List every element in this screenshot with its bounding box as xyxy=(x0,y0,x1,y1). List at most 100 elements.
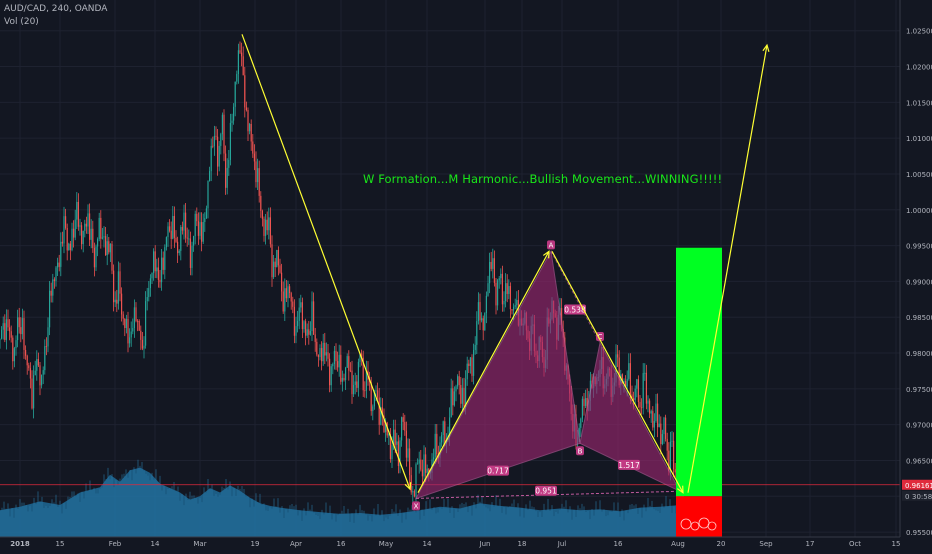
candle-body xyxy=(204,218,206,223)
candle-body xyxy=(466,363,468,380)
price-axis-tick-label[interactable]: 0.96500 xyxy=(906,457,932,465)
time-axis-tick-label[interactable]: Sep xyxy=(759,540,773,548)
candle-body xyxy=(209,171,211,182)
candle-body xyxy=(1,329,3,339)
candle-body xyxy=(580,418,582,428)
candle-body xyxy=(391,444,393,459)
time-axis-tick-label[interactable]: Mar xyxy=(193,540,206,548)
time-axis-tick-label[interactable]: Jul xyxy=(557,540,567,548)
candle-body xyxy=(516,299,518,306)
candle-body xyxy=(583,398,585,406)
candle-body xyxy=(7,319,9,328)
candle-body xyxy=(349,370,351,372)
price-axis-tick-label[interactable]: 0.98500 xyxy=(906,314,932,322)
candle-body xyxy=(498,278,500,281)
time-axis-tick-label[interactable]: 15 xyxy=(56,540,65,548)
price-chart[interactable]: XABCD0.7170.5381.5170.951 1.025001.02000… xyxy=(0,0,932,550)
time-axis-tick-label[interactable]: 20 xyxy=(717,540,726,548)
candle-body xyxy=(669,441,671,472)
price-axis-tick-label[interactable]: 0.97000 xyxy=(906,422,932,430)
chart-annotation[interactable]: W Formation...M Harmonic...Bullish Movem… xyxy=(363,172,722,186)
candle-body xyxy=(260,195,262,211)
chart-area[interactable]: XABCD0.7170.5381.5170.951 1.025001.02000… xyxy=(0,0,932,550)
candle-body xyxy=(117,271,119,304)
price-axis-tick-label[interactable]: 0.97500 xyxy=(906,386,932,394)
candle-body xyxy=(241,52,243,57)
candle-body xyxy=(175,237,177,242)
candle-body xyxy=(221,114,223,135)
time-axis-tick-label[interactable]: Feb xyxy=(109,540,122,548)
time-axis-tick-label[interactable]: 19 xyxy=(251,540,260,548)
price-axis-tick-label[interactable]: 1.01000 xyxy=(906,135,932,143)
candle-body xyxy=(277,249,279,266)
candle-body xyxy=(4,323,6,340)
candle-body xyxy=(489,261,491,284)
candle-body xyxy=(495,282,497,306)
price-axis-tick-label[interactable]: 0.99000 xyxy=(906,278,932,286)
time-axis-tick-label[interactable]: 2018 xyxy=(10,540,30,548)
candle-body xyxy=(127,318,129,344)
time-axis-tick-label[interactable]: Jun xyxy=(479,540,491,548)
candle-body xyxy=(95,246,97,268)
candle-body xyxy=(514,305,516,307)
candle-body xyxy=(76,201,78,220)
candle-body xyxy=(23,318,25,350)
candle-body xyxy=(420,459,422,470)
time-axis-tick-label[interactable]: May xyxy=(379,540,393,548)
candle-body xyxy=(217,136,219,167)
candle-body xyxy=(253,153,255,162)
time-axis-tick-label[interactable]: 16 xyxy=(337,540,346,548)
candle-body xyxy=(186,237,188,239)
candle-body xyxy=(145,301,147,346)
time-axis-tick-label[interactable]: 14 xyxy=(151,540,160,548)
candle-body xyxy=(319,348,321,358)
price-axis-tick-label[interactable]: 0.99500 xyxy=(906,243,932,251)
price-axis-tick-label[interactable]: 1.02000 xyxy=(906,64,932,72)
time-axis-tick-label[interactable]: 15 xyxy=(892,540,901,548)
target-zone[interactable] xyxy=(676,247,722,497)
candle-body xyxy=(125,318,127,329)
candle-body xyxy=(585,398,587,406)
candle-body xyxy=(226,167,228,188)
candle-body xyxy=(329,358,331,386)
candle-body xyxy=(77,201,79,227)
price-axis-tick-label[interactable]: 1.00000 xyxy=(906,207,932,215)
candle-body xyxy=(402,417,404,422)
candle-body xyxy=(207,181,209,209)
candle-body xyxy=(636,379,638,389)
candle-body xyxy=(306,329,308,336)
candle-body xyxy=(425,454,427,473)
time-axis-tick-label[interactable]: 16 xyxy=(614,540,623,548)
time-axis-tick-label[interactable]: Apr xyxy=(290,540,302,548)
candle-body xyxy=(397,441,399,466)
time-axis-tick-label[interactable]: 18 xyxy=(518,540,527,548)
price-axis-tick-label[interactable]: 0.95500 xyxy=(906,529,932,537)
candle-body xyxy=(93,247,95,268)
candle-body xyxy=(52,279,54,296)
time-axis-tick-label[interactable]: 17 xyxy=(806,540,815,548)
candle-body xyxy=(337,361,339,368)
position-layer[interactable] xyxy=(676,247,722,548)
candle-body xyxy=(113,270,115,303)
price-axis-tick-label[interactable]: 1.01500 xyxy=(906,99,932,107)
candle-body xyxy=(2,323,4,330)
candle-body xyxy=(284,288,286,312)
time-axis-tick-label[interactable]: Aug xyxy=(671,540,685,548)
candle-body xyxy=(69,243,71,251)
candle-body xyxy=(649,400,651,414)
candle-body xyxy=(405,430,407,458)
price-axis-tick-label[interactable]: 1.02500 xyxy=(906,28,932,36)
candle-body xyxy=(674,469,676,473)
candle-body xyxy=(101,237,103,239)
candle-body xyxy=(193,236,195,246)
candle-body xyxy=(338,354,340,368)
candle-body xyxy=(13,348,15,362)
price-axis-tick-label[interactable]: 0.98000 xyxy=(906,350,932,358)
time-axis-tick-label[interactable]: Oct xyxy=(849,540,861,548)
time-axis-tick-label[interactable]: 14 xyxy=(423,540,432,548)
candle-body xyxy=(183,212,185,231)
price-axis-tick-label[interactable]: 1.00500 xyxy=(906,171,932,179)
candle-body xyxy=(116,299,118,304)
candle-body xyxy=(407,448,409,458)
candle-body xyxy=(653,421,655,428)
